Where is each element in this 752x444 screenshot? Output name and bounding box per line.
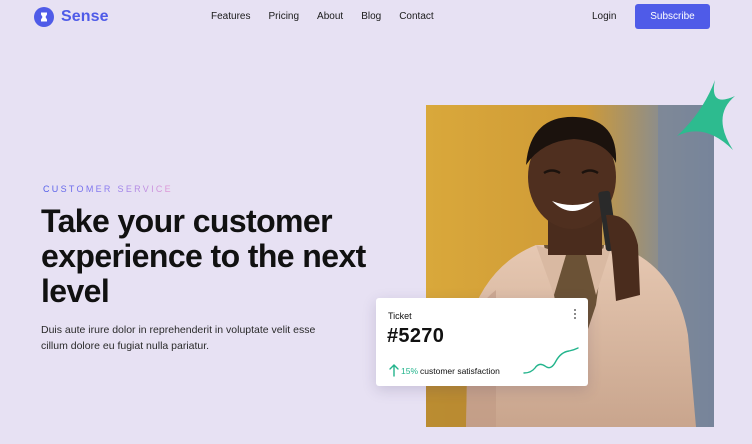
- brand-name: Sense: [61, 8, 109, 25]
- nav-link-pricing[interactable]: Pricing: [268, 11, 299, 22]
- sparkle-star-icon: [677, 80, 735, 150]
- ticket-label: Ticket: [388, 311, 412, 321]
- satisfaction-label: customer satisfaction: [420, 366, 500, 376]
- satisfaction-percent: 15%: [401, 366, 419, 376]
- login-link[interactable]: Login: [592, 11, 616, 22]
- arrow-up-icon: [389, 364, 399, 377]
- nav-link-blog[interactable]: Blog: [361, 11, 381, 22]
- nav-link-features[interactable]: Features: [211, 11, 250, 22]
- sparkline-icon: [523, 347, 579, 374]
- sense-logo-icon: [34, 7, 54, 27]
- nav-link-about[interactable]: About: [317, 11, 343, 22]
- hero-subtext: Duis aute irure dolor in reprehenderit i…: [41, 324, 316, 352]
- more-vertical-icon[interactable]: [572, 309, 578, 321]
- hero-eyebrow: CUSTOMER SERVICE: [43, 184, 173, 194]
- nav-link-contact[interactable]: Contact: [399, 11, 433, 22]
- top-navbar: Sense Features Pricing About Blog Contac…: [0, 0, 752, 34]
- subscribe-button[interactable]: Subscribe: [635, 4, 710, 29]
- ticket-number: #5270: [387, 325, 445, 347]
- brand-logo-link[interactable]: Sense: [34, 7, 109, 27]
- hero-headline: Take your customer experience to the nex…: [41, 203, 366, 309]
- nav-links: Features Pricing About Blog Contact: [211, 11, 452, 22]
- ticket-card: Ticket #5270 15% customer satisfaction: [376, 298, 588, 386]
